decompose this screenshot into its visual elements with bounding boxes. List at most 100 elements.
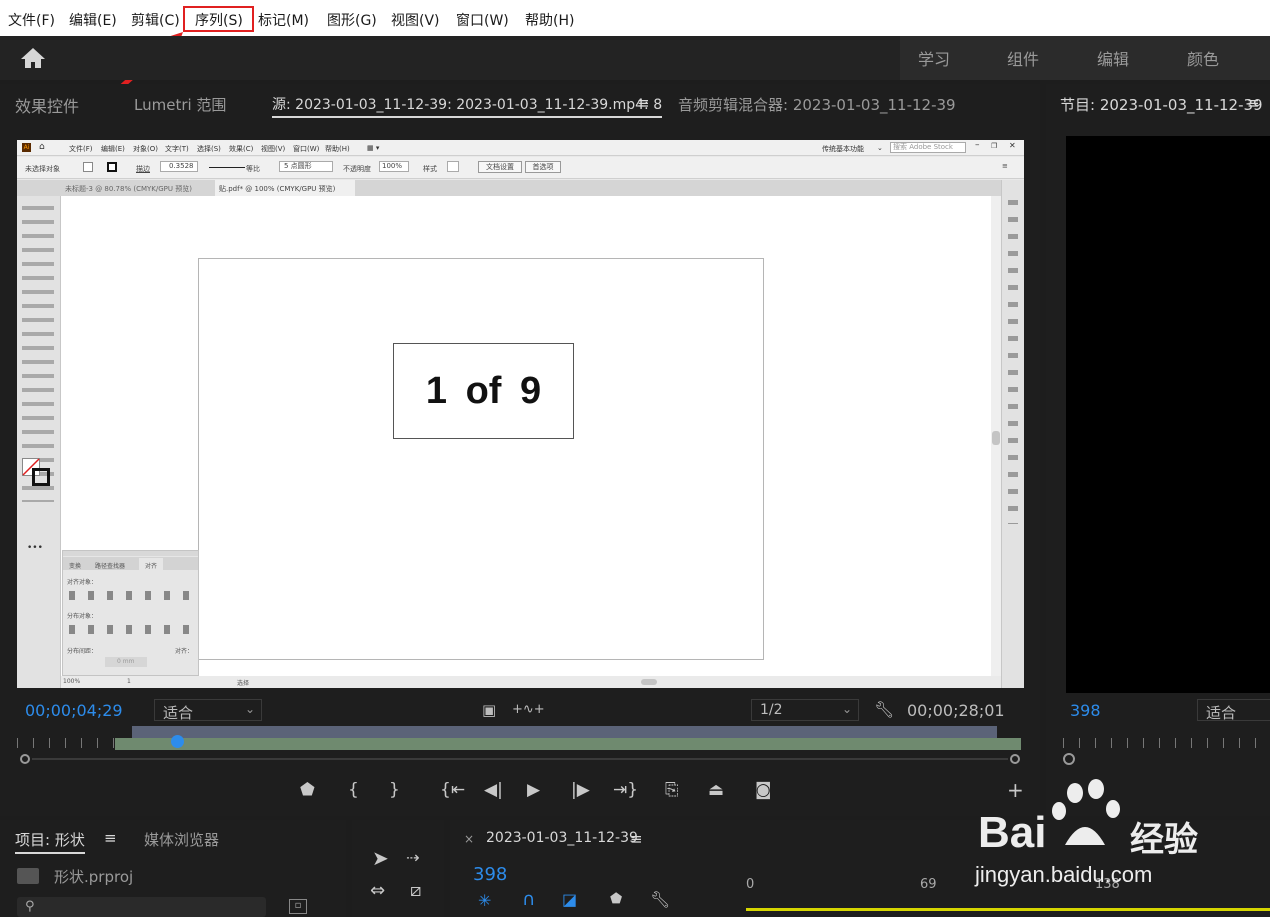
- ai-doc-tab-1[interactable]: 未标题-3 @ 80.78% (CMYK/GPU 预览): [61, 180, 211, 196]
- ai-minimize-icon[interactable]: –: [975, 140, 980, 150]
- ai-menu-help[interactable]: 帮助(H): [325, 144, 350, 154]
- wrench-icon[interactable]: 🔧︎: [874, 700, 894, 719]
- ai-artboard-number[interactable]: 1: [127, 678, 131, 685]
- selection-tool-icon[interactable]: ➤: [372, 846, 389, 870]
- timeline-frame[interactable]: 398: [473, 864, 507, 885]
- ai-tab-align[interactable]: 对齐: [139, 558, 164, 573]
- tab-menu-icon[interactable]: ≡: [1247, 94, 1260, 112]
- ai-opacity-label[interactable]: 不透明度: [343, 164, 371, 174]
- ai-fill-swatch[interactable]: [83, 162, 93, 172]
- snap-icon[interactable]: ∩: [522, 889, 535, 910]
- ai-tools-icons[interactable]: [22, 202, 54, 502]
- fit-dropdown[interactable]: 适合 ⌄: [154, 699, 262, 722]
- project-file[interactable]: 形状.prproj: [54, 866, 133, 887]
- ai-arrange-icon[interactable]: ▦ ▾: [367, 144, 379, 152]
- insert-icon[interactable]: ⎘: [665, 780, 679, 800]
- zoom-scrollbar[interactable]: [20, 753, 1020, 765]
- work-area-bar[interactable]: [132, 726, 997, 738]
- ai-horizontal-scroll-thumb[interactable]: [641, 679, 657, 685]
- linked-selection-icon[interactable]: ◪: [562, 890, 577, 909]
- tab-source[interactable]: 源: 2023-01-03_11-12-39: 2023-01-03_11-12…: [272, 94, 663, 118]
- ai-stroke-swatch[interactable]: [107, 162, 117, 172]
- ai-opacity-input[interactable]: 100%: [379, 161, 409, 172]
- step-forward-icon[interactable]: |▶: [571, 780, 590, 800]
- ai-brush-select[interactable]: 5 点圆形: [279, 161, 333, 172]
- ai-restore-icon[interactable]: ❐: [991, 142, 997, 150]
- resolution-dropdown[interactable]: 1/2 ⌄: [751, 699, 859, 721]
- add-marker-icon[interactable]: ⬟: [610, 891, 622, 907]
- ai-doc-tab-2[interactable]: 贴.pdf* @ 100% (CMYK/GPU 预览): [215, 180, 355, 196]
- project-search-input[interactable]: ⚲: [17, 897, 266, 917]
- program-zoom-handle[interactable]: [1063, 753, 1075, 765]
- menu-file[interactable]: 文件(F): [8, 10, 55, 30]
- step-back-icon[interactable]: ◀|: [484, 780, 503, 800]
- mark-out-icon[interactable]: }: [389, 780, 400, 800]
- menu-view[interactable]: 视图(V): [391, 10, 440, 30]
- ai-stroke-color[interactable]: [32, 468, 50, 486]
- ripple-edit-tool-icon[interactable]: ⇔: [370, 880, 385, 901]
- ai-menu-edit[interactable]: 编辑(E): [101, 144, 125, 154]
- tab-audio-clip-mixer[interactable]: 音频剪辑混合器: 2023-01-03_11-12-39: [678, 94, 956, 115]
- ai-menu-object[interactable]: 对象(O): [133, 144, 158, 154]
- ai-spacing-input[interactable]: 0 mm: [105, 657, 147, 667]
- playhead[interactable]: [171, 735, 184, 748]
- ai-menu-type[interactable]: 文字(T): [165, 144, 189, 154]
- menu-help[interactable]: 帮助(H): [525, 10, 574, 30]
- ai-stroke-label[interactable]: 描边: [136, 164, 150, 174]
- overwrite-icon[interactable]: ⏏: [708, 780, 724, 800]
- ai-close-icon[interactable]: ✕: [1009, 141, 1016, 150]
- clip-range-bar[interactable]: [115, 738, 1021, 750]
- ai-variable-width[interactable]: 等比: [246, 164, 260, 174]
- workspace-color[interactable]: 颜色: [1187, 46, 1219, 70]
- camera-icon[interactable]: ◙: [755, 780, 772, 800]
- ai-menu-effect[interactable]: 效果(C): [229, 144, 253, 154]
- close-icon[interactable]: ×: [464, 832, 474, 846]
- tab-menu-icon[interactable]: ≡: [104, 829, 117, 847]
- ai-menu-file[interactable]: 文件(F): [69, 144, 93, 154]
- razor-tool-icon[interactable]: ⧄: [410, 880, 421, 901]
- ai-menu-window[interactable]: 窗口(W): [293, 144, 319, 154]
- mark-in-icon[interactable]: {: [348, 780, 359, 800]
- ai-menu-view[interactable]: 视图(V): [261, 144, 285, 154]
- play-icon[interactable]: ▶: [527, 780, 540, 800]
- program-frame[interactable]: 398: [1070, 701, 1101, 720]
- settings-wrench-icon[interactable]: 🔧︎: [650, 890, 670, 909]
- menu-window[interactable]: 窗口(W): [456, 10, 509, 30]
- menu-edit[interactable]: 编辑(E): [69, 10, 117, 30]
- tab-effect-controls[interactable]: 效果控件: [15, 93, 79, 117]
- new-bin-icon[interactable]: ▫: [289, 899, 307, 914]
- go-to-out-icon[interactable]: ⇥}: [613, 780, 638, 800]
- ai-tab-transform[interactable]: 变换: [69, 561, 81, 570]
- program-ruler[interactable]: [1063, 738, 1270, 748]
- menu-markers[interactable]: 标记(M): [258, 10, 309, 30]
- tab-media-browser[interactable]: 媒体浏览器: [144, 829, 219, 850]
- program-fit-dropdown[interactable]: 适合: [1197, 699, 1270, 722]
- track-select-tool-icon[interactable]: ⇢: [406, 848, 419, 867]
- workspace-editing[interactable]: 编辑: [1097, 46, 1129, 70]
- ai-menu-select[interactable]: 选择(S): [197, 144, 221, 154]
- ai-style-swatch[interactable]: [447, 161, 459, 172]
- tab-menu-icon[interactable]: ≡: [637, 94, 650, 112]
- tab-menu-icon[interactable]: ≡: [630, 830, 643, 848]
- source-time-ruler[interactable]: [17, 726, 1024, 754]
- ai-workspace-chevron-icon[interactable]: ⌄: [877, 144, 883, 152]
- ai-zoom-level[interactable]: 100%: [63, 678, 80, 685]
- ai-panel-menu-icon[interactable]: ≡: [1002, 162, 1008, 170]
- ai-more-tools-icon[interactable]: •••: [27, 543, 43, 553]
- ai-search-input[interactable]: 搜索 Adobe Stock: [890, 142, 966, 153]
- go-to-in-icon[interactable]: {⇤: [440, 780, 465, 800]
- ai-stroke-input[interactable]: 0.3528: [160, 161, 198, 172]
- ai-panel-icons[interactable]: [1008, 194, 1018, 524]
- workspace-learn[interactable]: 学习: [918, 46, 950, 70]
- ai-home-icon[interactable]: ⌂: [39, 142, 45, 152]
- ai-distribute-buttons[interactable]: [69, 625, 195, 634]
- menu-clip[interactable]: 剪辑(C): [131, 10, 180, 30]
- tab-project[interactable]: 项目: 形状: [15, 829, 85, 854]
- ai-align-buttons[interactable]: [69, 591, 195, 600]
- ai-doc-setup-button[interactable]: 文档设置: [478, 161, 522, 173]
- drag-audio-icon[interactable]: +∿+: [512, 702, 545, 717]
- home-icon[interactable]: [20, 46, 46, 70]
- marker-icon[interactable]: ⬟: [300, 780, 315, 800]
- nest-icon[interactable]: ✳: [478, 891, 491, 910]
- ai-vertical-scrollbar[interactable]: [991, 196, 1001, 676]
